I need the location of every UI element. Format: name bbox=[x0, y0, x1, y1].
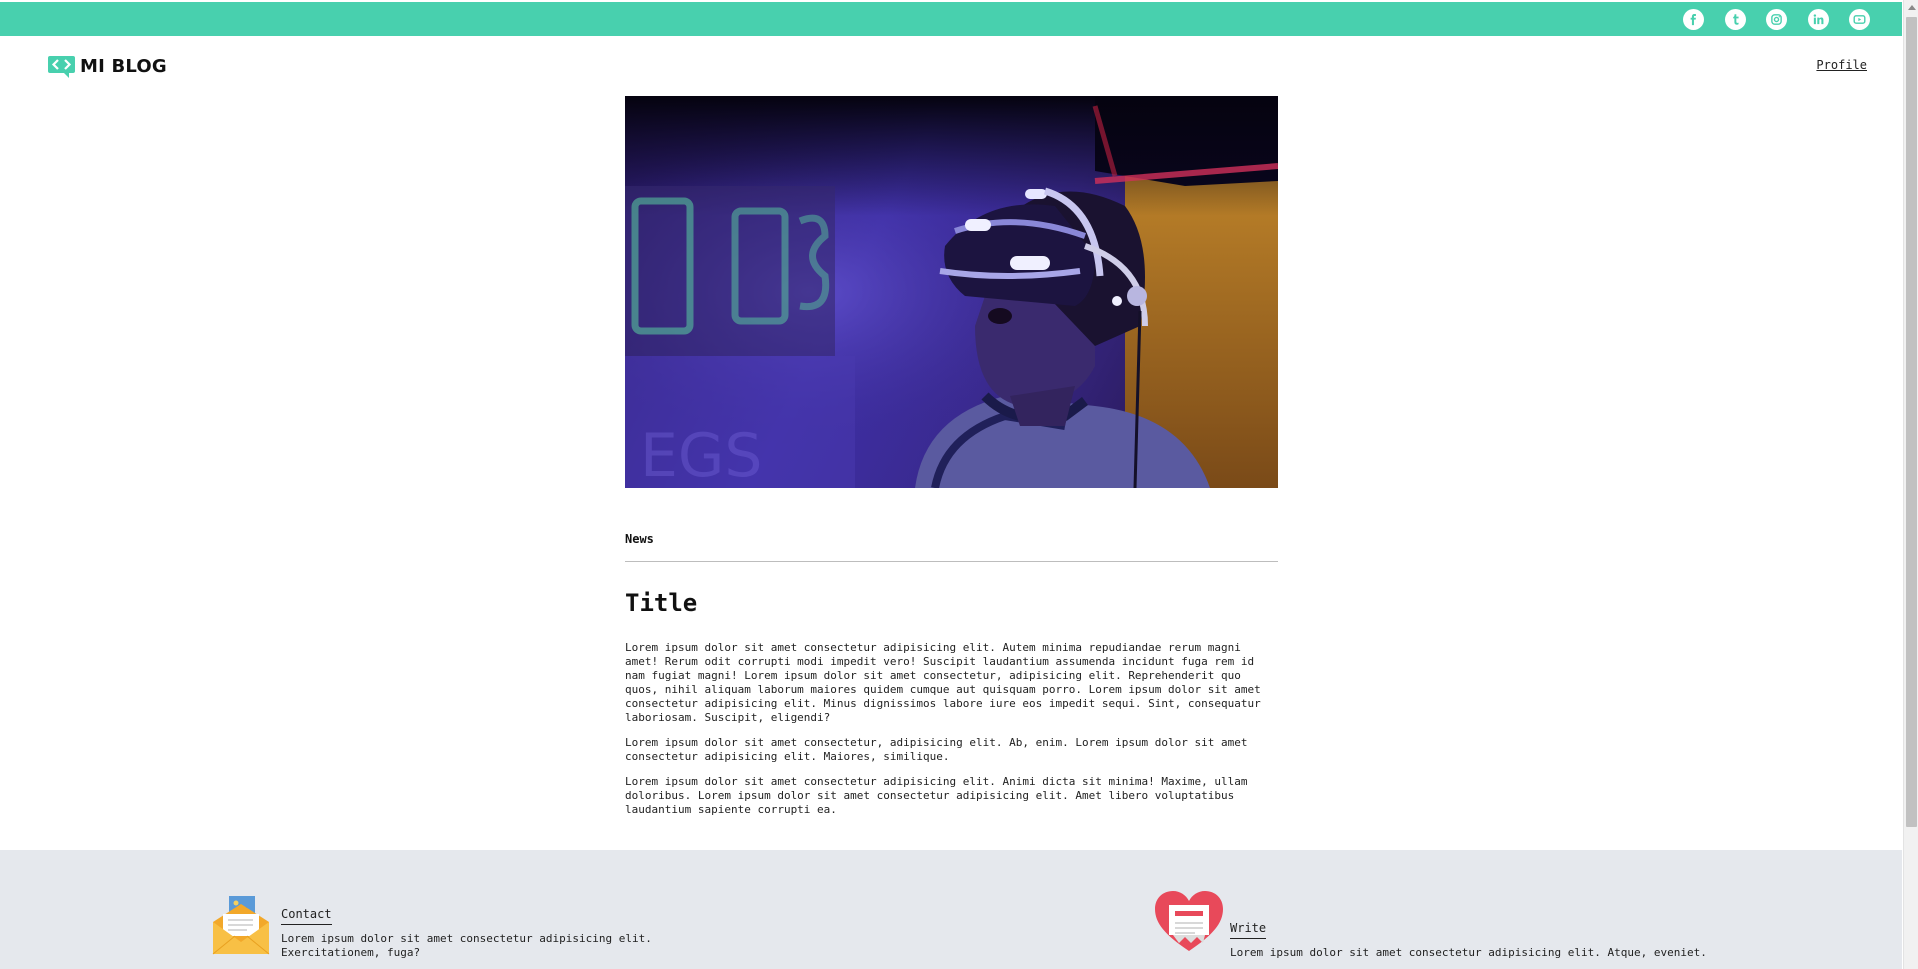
hero-image: EGS bbox=[625, 96, 1278, 488]
site-logo[interactable]: MI BLOG bbox=[48, 53, 167, 79]
page: MI BLOG Profile EGS News Title Lorem ips… bbox=[0, 0, 1902, 969]
footer-contact-title[interactable]: Contact bbox=[281, 907, 332, 925]
footer-contact-text: Lorem ipsum dolor sit amet consectetur a… bbox=[281, 932, 652, 959]
scroll-up-arrow[interactable] bbox=[1908, 5, 1916, 10]
vr-headset-photo: EGS bbox=[625, 96, 1278, 488]
envelope-icon bbox=[212, 896, 270, 955]
footer-write-text: Lorem ipsum dolor sit amet consectetur a… bbox=[1230, 946, 1707, 959]
youtube-icon[interactable] bbox=[1849, 9, 1870, 30]
article-title: Title bbox=[625, 589, 698, 617]
tumblr-icon[interactable] bbox=[1725, 9, 1746, 30]
article-paragraph: Lorem ipsum dolor sit amet consectetur, … bbox=[625, 736, 1248, 763]
page-scrollbar[interactable] bbox=[1903, 0, 1918, 969]
heart-document-icon bbox=[1155, 891, 1223, 951]
instagram-icon[interactable] bbox=[1766, 9, 1787, 30]
article: News Title Lorem ipsum dolor sit amet co… bbox=[625, 532, 1278, 817]
profile-link[interactable]: Profile bbox=[1816, 58, 1867, 72]
brand-name: MI BLOG bbox=[80, 55, 167, 77]
top-social-bar bbox=[0, 2, 1902, 36]
footer: Contact Lorem ipsum dolor sit amet conse… bbox=[0, 850, 1902, 969]
svg-text:EGS: EGS bbox=[640, 421, 763, 488]
logo-chat-code-icon bbox=[48, 56, 75, 78]
footer-write-title[interactable]: Write bbox=[1230, 921, 1267, 939]
article-category: News bbox=[625, 532, 654, 546]
linkedin-icon[interactable] bbox=[1808, 9, 1829, 30]
scroll-thumb[interactable] bbox=[1906, 17, 1917, 827]
article-paragraph: Lorem ipsum dolor sit amet consectetur a… bbox=[625, 775, 1248, 816]
facebook-icon[interactable] bbox=[1683, 9, 1704, 30]
category-divider bbox=[625, 561, 1278, 562]
article-paragraph: Lorem ipsum dolor sit amet consectetur a… bbox=[625, 641, 1261, 724]
